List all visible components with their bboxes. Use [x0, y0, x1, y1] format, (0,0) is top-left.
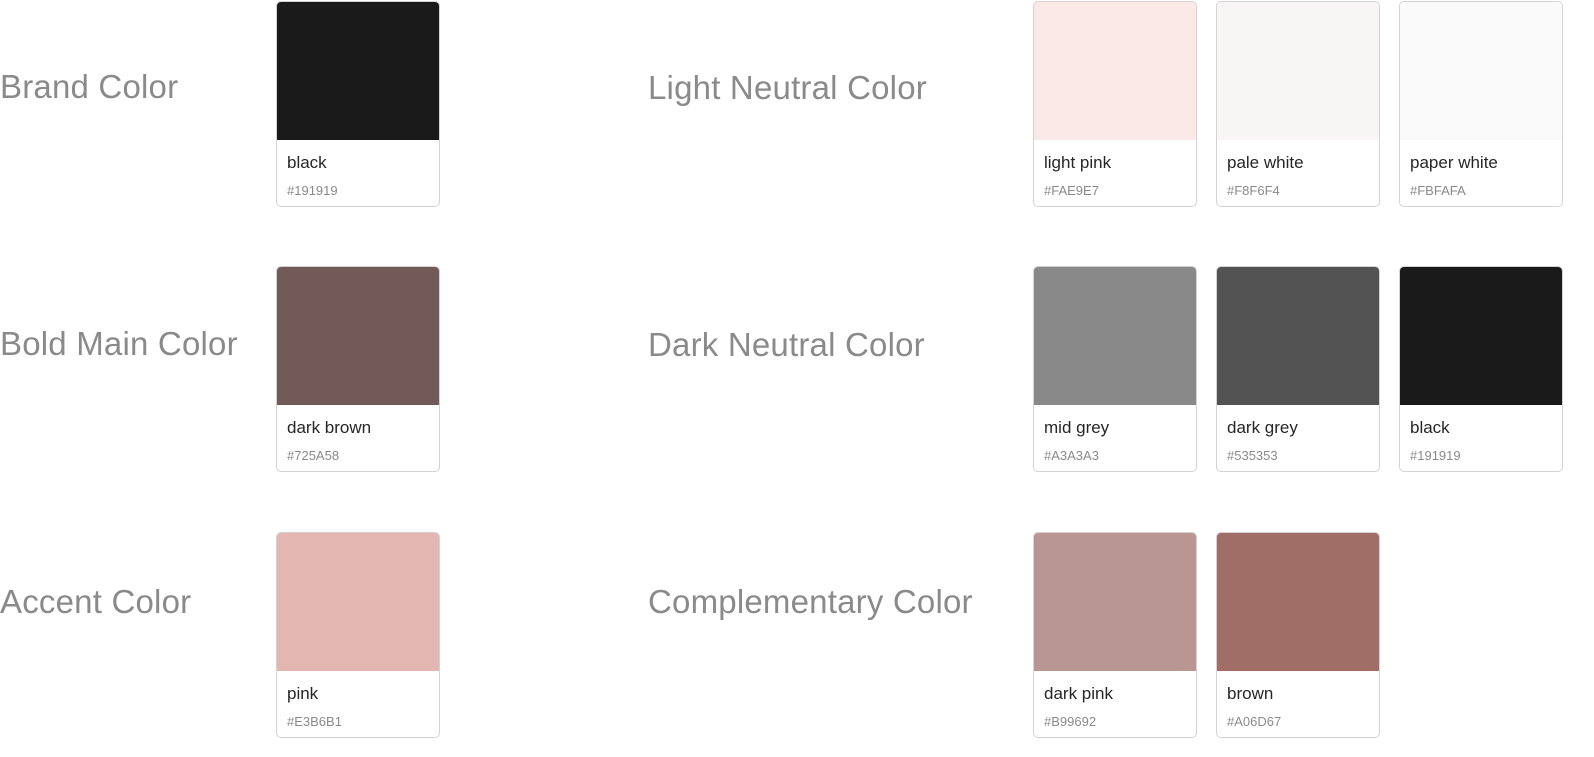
swatch-name: paper white	[1410, 153, 1498, 172]
swatch-hex-code: #F8F6F4	[1227, 183, 1280, 198]
swatch-fill	[1217, 2, 1379, 140]
swatch-card-dark-pink[interactable]: dark pink #B99692	[1033, 532, 1197, 738]
swatch-fill	[1217, 267, 1379, 405]
swatch-card-brand-black[interactable]: black #191919	[276, 1, 440, 207]
swatch-fill	[277, 2, 439, 140]
group-label-complementary: Complementary Color	[648, 583, 973, 620]
swatch-fill	[1034, 267, 1196, 405]
swatch-name: dark grey	[1227, 418, 1298, 437]
swatch-fill	[1400, 267, 1562, 405]
swatch-name: black	[1410, 418, 1450, 437]
swatch-fill	[277, 267, 439, 405]
swatch-hex-code: #A3A3A3	[1044, 448, 1099, 463]
swatch-name: pink	[287, 684, 319, 703]
swatch-card-dark-grey[interactable]: dark grey #535353	[1216, 266, 1380, 472]
swatch-fill	[1034, 533, 1196, 671]
swatch-fill	[1034, 2, 1196, 140]
group-label-bold-main: Bold Main Color	[0, 325, 238, 362]
swatch-card-pale-white[interactable]: pale white #F8F6F4	[1216, 1, 1380, 207]
swatch-card-brown[interactable]: brown #A06D67	[1216, 532, 1380, 738]
swatch-hex-code: #191919	[1410, 448, 1461, 463]
swatch-card-dark-brown[interactable]: dark brown #725A58	[276, 266, 440, 472]
group-label-light-neutral: Light Neutral Color	[648, 69, 927, 106]
swatch-card-neutral-black[interactable]: black #191919	[1399, 266, 1563, 472]
swatch-card-mid-grey[interactable]: mid grey #A3A3A3	[1033, 266, 1197, 472]
swatch-name: black	[287, 153, 327, 172]
swatch-hex-code: #725A58	[287, 448, 340, 463]
swatch-hex-code: #B99692	[1044, 714, 1097, 729]
swatch-card-light-pink[interactable]: light pink #FAE9E7	[1033, 1, 1197, 207]
group-label-brand: Brand Color	[0, 68, 179, 105]
swatch-hex-code: #E3B6B1	[287, 714, 342, 729]
swatch-hex-code: #FAE9E7	[1044, 183, 1099, 198]
group-label-dark-neutral: Dark Neutral Color	[648, 326, 925, 363]
swatch-card-paper-white[interactable]: paper white #FBFAFA	[1399, 1, 1563, 207]
group-label-accent: Accent Color	[0, 583, 192, 620]
swatch-name: light pink	[1044, 153, 1112, 172]
swatch-fill	[1400, 2, 1562, 140]
swatch-name: dark pink	[1044, 684, 1113, 703]
swatch-hex-code: #535353	[1227, 448, 1278, 463]
swatch-name: dark brown	[287, 418, 372, 437]
swatch-hex-code: #191919	[287, 183, 338, 198]
swatch-name: brown	[1227, 684, 1274, 703]
swatch-card-pink[interactable]: pink #E3B6B1	[276, 532, 440, 738]
swatch-fill	[1217, 533, 1379, 671]
color-palette: Brand Color black #191919 Bold Main Colo…	[0, 0, 1594, 757]
swatch-hex-code: #FBFAFA	[1410, 183, 1466, 198]
swatch-fill	[277, 533, 439, 671]
swatch-name: mid grey	[1044, 418, 1110, 437]
swatch-hex-code: #A06D67	[1227, 714, 1282, 729]
swatch-name: pale white	[1227, 153, 1304, 172]
